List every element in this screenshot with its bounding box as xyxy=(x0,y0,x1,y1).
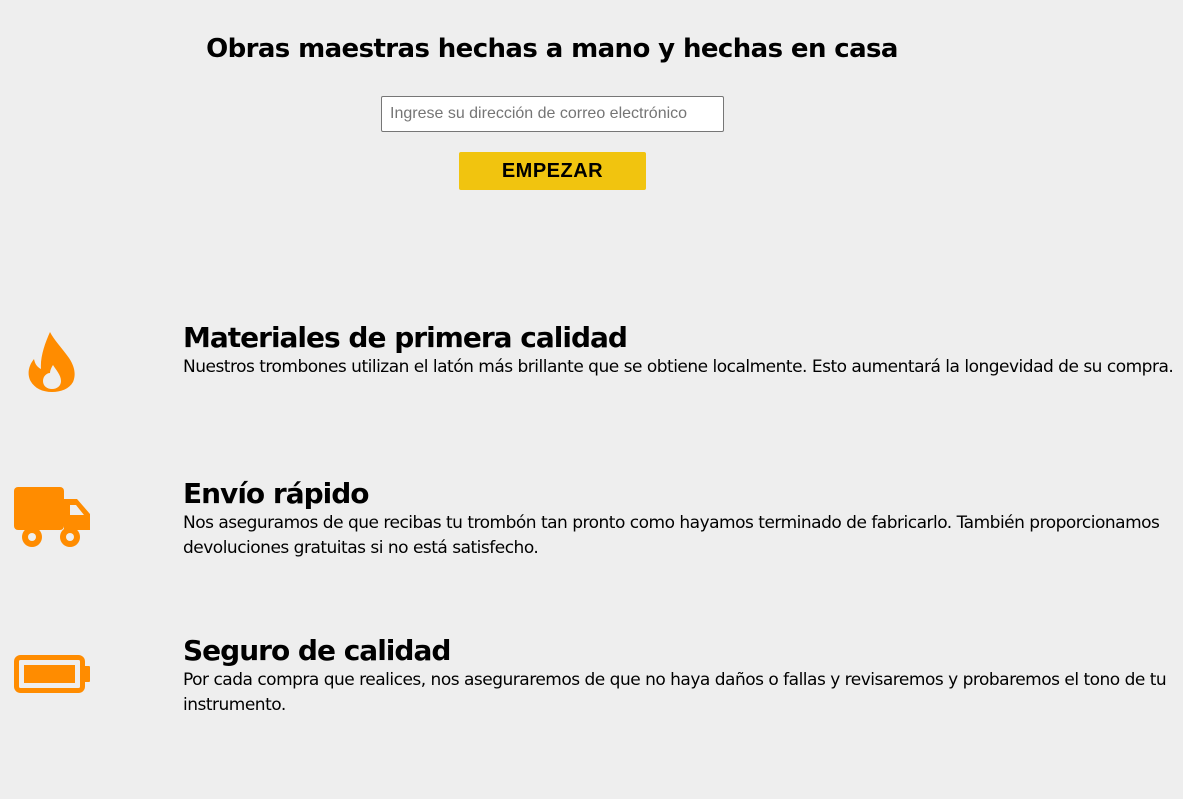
fire-icon xyxy=(28,332,75,392)
feature-title: Envío rápido xyxy=(183,477,370,510)
hero-title: Obras maestras hechas a mano y hechas en… xyxy=(206,34,898,64)
feature-title: Materiales de primera calidad xyxy=(183,321,628,354)
feature-description: Nos aseguramos de que recibas tu trombón… xyxy=(183,513,1160,558)
feature-title: Seguro de calidad xyxy=(183,634,451,667)
battery-full-icon xyxy=(14,655,90,693)
feature-description: Por cada compra que realices, nos asegur… xyxy=(183,670,1167,715)
feature-description: Nuestros trombones utilizan el latón más… xyxy=(183,357,1174,377)
truck-icon xyxy=(14,487,90,547)
email-input[interactable] xyxy=(381,96,724,132)
start-button[interactable]: EMPEZAR xyxy=(459,152,646,190)
